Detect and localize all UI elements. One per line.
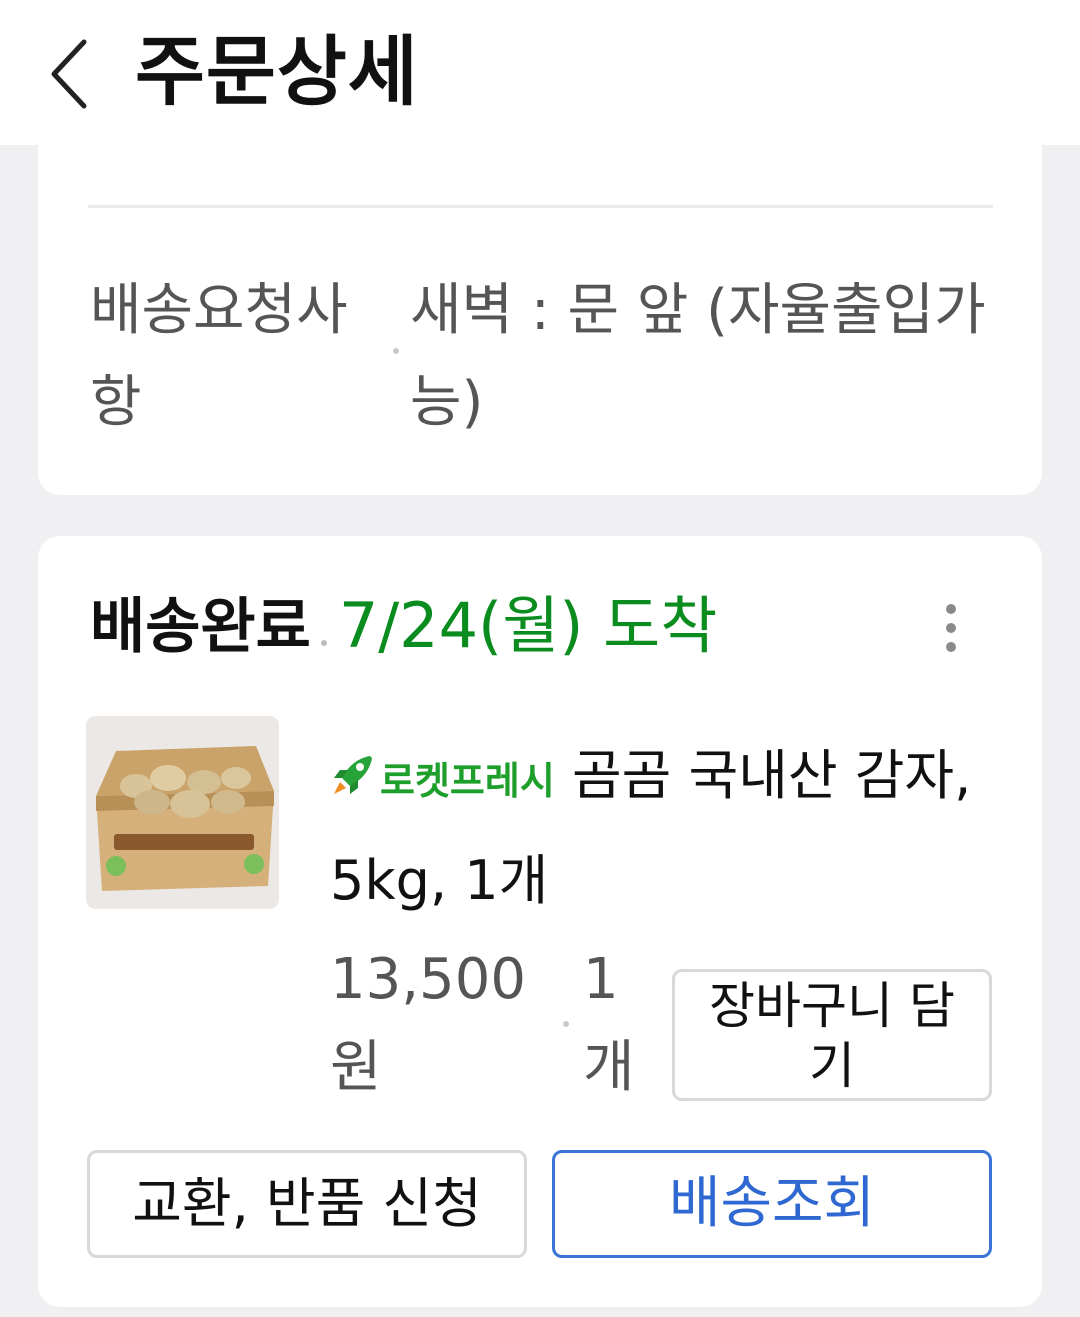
page-title: 주문상세 [135,27,419,116]
add-to-cart-button[interactable]: 장바구니 담기 [672,969,992,1101]
separator-dot [320,639,327,646]
track-delivery-button[interactable]: 배송조회 [552,1150,992,1258]
separator-dot [563,1021,569,1027]
rocket-fresh-badge: 로켓프레시 [330,726,555,831]
rocket-icon [334,756,372,794]
divider [88,205,993,208]
price: 13,500원 [330,947,526,1100]
product-thumbnail[interactable] [86,716,279,909]
potato-box-image [86,716,279,909]
top-app-bar: 주문상세 [0,0,1080,145]
separator-dot [393,348,399,354]
exchange-return-button[interactable]: 교환, 반품 신청 [87,1150,527,1258]
delivery-info-card: 배송요청사항 새벽 : 문 앞 (자율출입가능) [38,145,1042,495]
add-to-cart-label: 장바구니 담기 [709,977,955,1095]
delivery-status-row: 배송완료 7/24(월) 도착 [90,581,717,671]
delivery-request-value: 새벽 : 문 앞 (자율출입가능) [410,278,986,435]
arrival-date: 7/24(월) 도착 [338,589,718,662]
more-vertical-icon[interactable] [933,598,973,658]
chevron-left-icon[interactable] [40,34,100,114]
rocket-fresh-label: 로켓프레시 [380,759,555,803]
order-item-card: 배송완료 7/24(월) 도착 로켓프레시 곰곰 국내산 감자, 5kg, 1개… [38,536,1042,1307]
delivery-request-label: 배송요청사항 [90,278,348,435]
product-title[interactable]: 로켓프레시 곰곰 국내산 감자, 5kg, 1개 [330,726,1000,931]
delivery-status: 배송완료 [90,592,311,662]
quantity: 1개 [583,947,635,1100]
